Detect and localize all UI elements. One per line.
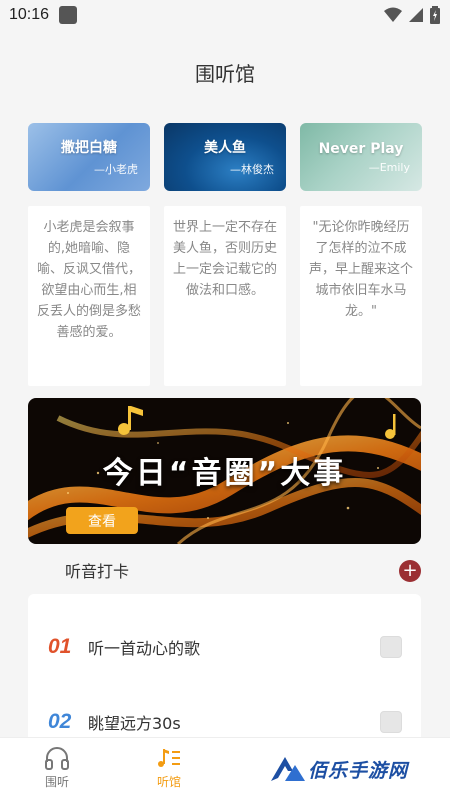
headphones-icon	[45, 747, 69, 770]
status-time: 10:16	[9, 6, 50, 23]
task-checkbox[interactable]	[380, 636, 402, 658]
battery-icon	[430, 6, 440, 24]
task-number: 02	[48, 710, 72, 733]
song-card-1[interactable]: 撒把白糖 —小老虎	[28, 123, 150, 191]
card-title: Never Play	[318, 140, 404, 157]
task-label: 听一首动心的歌	[88, 639, 201, 658]
quote-card-3: "无论你昨晚经历了怎样的泣不成声，早上醒来这个城市依旧车水马龙。"	[300, 206, 422, 386]
watermark-text: 佰乐手游网	[308, 759, 409, 782]
add-task-button[interactable]: +	[399, 560, 421, 582]
watermark: 佰乐手游网	[271, 755, 408, 783]
notification-icon	[59, 6, 78, 24]
card-author: —林俊杰	[230, 163, 274, 176]
checkin-panel: 01 听一首动心的歌 02 眺望远方30s	[28, 594, 421, 744]
card-title: 撒把白糖	[61, 140, 117, 156]
task-label: 眺望远方30s	[88, 714, 181, 733]
task-row[interactable]: 01 听一首动心的歌	[28, 627, 421, 667]
checkin-section-title: 听音打卡	[65, 562, 130, 581]
status-icons	[384, 6, 440, 24]
page-title: 围听馆	[195, 62, 255, 86]
quote-card-1: 小老虎是会叙事的,她暗喻、隐喻、反讽又借代，欲望由心而生,相反丢人的倒是多愁善感…	[28, 206, 150, 386]
signal-icon	[409, 8, 423, 22]
tab-label: 听馆	[156, 775, 181, 789]
banner-title: 今日“音圈”大事	[102, 456, 347, 491]
status-bar: 10:16	[0, 0, 450, 30]
wifi-icon	[384, 7, 402, 22]
song-card-3[interactable]: Never Play —Emily	[300, 123, 422, 191]
task-number: 01	[48, 635, 72, 658]
task-row[interactable]: 02 眺望远方30s	[28, 702, 421, 742]
tab-label: 围听	[44, 775, 69, 789]
watermark-logo-icon	[271, 757, 305, 781]
tab-tingguan[interactable]: 听馆	[139, 746, 199, 790]
quote-card-2: 世界上一定不存在美人鱼，否则历史上一定会记载它的做法和口感。	[164, 206, 286, 386]
song-card-2[interactable]: 美人鱼 —林俊杰	[164, 123, 286, 191]
music-news-banner[interactable]: 今日“音圈”大事 查看	[28, 398, 421, 544]
task-checkbox[interactable]	[380, 711, 402, 733]
card-author: —小老虎	[94, 163, 138, 176]
card-title: 美人鱼	[204, 140, 246, 156]
music-list-icon	[158, 749, 180, 767]
tab-weiting[interactable]: 围听	[27, 746, 87, 790]
view-button[interactable]: 查看	[66, 507, 138, 534]
card-author: —Emily	[368, 160, 410, 174]
